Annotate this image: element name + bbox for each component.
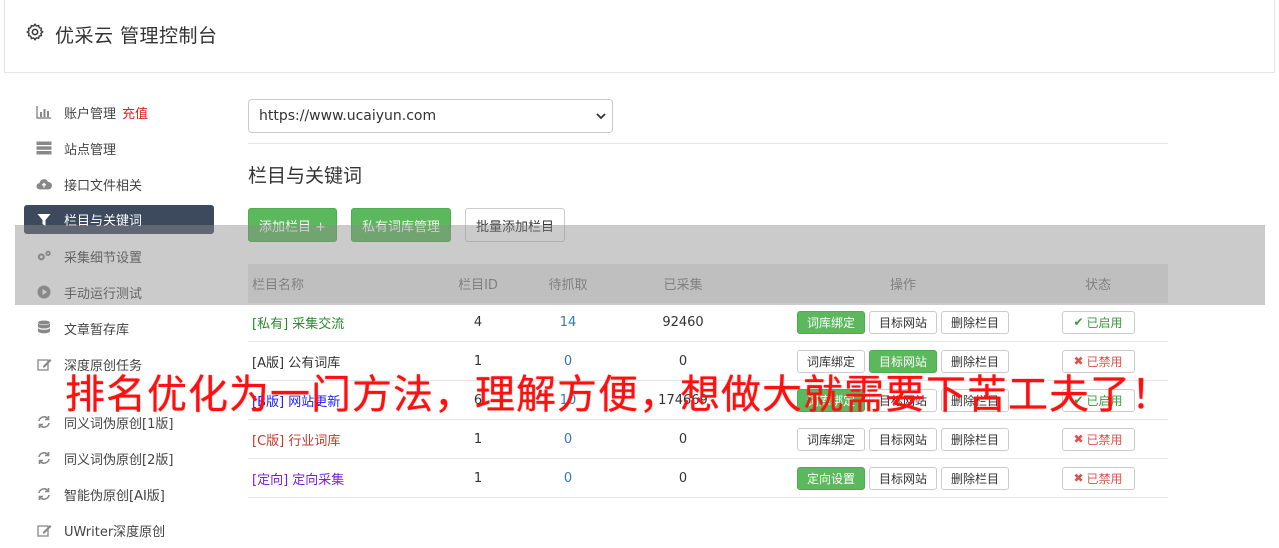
promo-banner-text: 排名优化为一门方法，理解方便，想做大就需要下苦工夫了！ — [65, 372, 1172, 418]
target-site-button[interactable]: 目标网站 — [868, 310, 937, 334]
column-prefix: [私有] — [252, 316, 289, 332]
sidebar-item-label: 接口文件相关 — [64, 178, 143, 194]
status-label: 已禁用 — [1086, 471, 1123, 486]
sidebar-item-uwriter[interactable]: UWriter深度原创 — [24, 512, 214, 548]
site-select[interactable]: https://www.ucaiyun.com — [248, 99, 613, 133]
refresh-icon — [36, 486, 52, 502]
column-name: 采集交流 — [292, 316, 345, 332]
column-name: 行业词库 — [288, 433, 341, 449]
sidebar-item-label: 站点管理 — [64, 142, 117, 158]
edit-icon — [36, 522, 52, 538]
column-name-cell[interactable]: [C版] 行业词库 — [248, 430, 438, 449]
lexicon-bind-button[interactable]: 词库绑定 — [796, 310, 865, 334]
table-row: [定向] 定向采集 1 0 0 定向设置 目标网站 删除栏目 ✖ 已禁用 — [248, 459, 1168, 498]
sidebar-item-label: 账户管理 — [64, 106, 117, 122]
chevron-down-icon — [596, 113, 606, 120]
column-name-cell[interactable]: [私有] 采集交流 — [248, 313, 438, 332]
column-prefix: [C版] — [252, 433, 285, 449]
state-cell: ✖ 已禁用 — [1028, 427, 1168, 451]
delete-column-button[interactable]: 删除栏目 — [941, 466, 1010, 490]
done-count: 0 — [678, 431, 688, 447]
status-toggle[interactable]: ✔ 已启用 — [1061, 310, 1135, 334]
target-site-button[interactable]: 目标网站 — [868, 466, 937, 490]
site-select-value: https://www.ucaiyun.com — [259, 108, 437, 124]
column-name: 定向采集 — [292, 472, 345, 488]
lexicon-bind-button[interactable]: 词库绑定 — [796, 427, 865, 451]
sidebar-item-label: 智能伪原创[AI版] — [64, 488, 165, 504]
main-content: https://www.ucaiyun.com 栏目与关键词 添加栏目 + 私有… — [248, 99, 1168, 498]
column-id: 1 — [473, 431, 483, 447]
refresh-icon — [36, 450, 52, 466]
column-prefix: [定向] — [252, 472, 289, 488]
sidebar-item-account[interactable]: 账户管理 充值 — [24, 94, 214, 130]
wait-count: 14 — [559, 314, 577, 330]
cloud-upload-icon — [36, 176, 52, 192]
refresh-icon — [36, 414, 52, 430]
check-icon: ✔ — [1073, 315, 1084, 329]
ops-cell: 词库绑定 目标网站 删除栏目 — [748, 427, 1028, 451]
app-header: 优采云 管理控制台 — [4, 0, 1275, 73]
database-icon — [36, 320, 52, 336]
edit-icon — [36, 356, 52, 372]
page-title: 优采云 管理控制台 — [55, 25, 218, 47]
sidebar: 账户管理 充值 站点管理 接口文件相关 栏目与关键词 采集细节设置 手动运行测试… — [24, 94, 214, 548]
status-toggle[interactable]: ✖ 已禁用 — [1061, 466, 1135, 490]
target-site-button[interactable]: 目标网站 — [868, 427, 937, 451]
recharge-link[interactable]: 充值 — [122, 103, 148, 122]
divider — [248, 143, 1168, 144]
status-label: 已启用 — [1086, 315, 1123, 330]
table-row: [C版] 行业词库 1 0 0 词库绑定 目标网站 删除栏目 ✖ 已禁用 — [248, 420, 1168, 459]
done-count: 0 — [678, 470, 688, 486]
sidebar-item-label: 同义词伪原创[2版] — [64, 452, 174, 468]
gray-overlay-band — [15, 225, 1265, 305]
bar-chart-icon — [36, 104, 52, 120]
sidebar-item-interface-files[interactable]: 接口文件相关 — [24, 166, 214, 202]
delete-column-button[interactable]: 删除栏目 — [941, 310, 1010, 334]
cross-icon: ✖ — [1073, 432, 1084, 446]
column-id: 4 — [473, 314, 483, 330]
sidebar-item-label: UWriter深度原创 — [64, 524, 166, 540]
done-count: 92460 — [662, 314, 704, 330]
server-icon — [36, 140, 52, 156]
sidebar-item-synonym-v2[interactable]: 同义词伪原创[2版] — [24, 440, 214, 476]
state-cell: ✔ 已启用 — [1028, 310, 1168, 334]
wait-count: 0 — [563, 431, 573, 447]
state-cell: ✖ 已禁用 — [1028, 466, 1168, 490]
column-name-cell[interactable]: [定向] 定向采集 — [248, 469, 438, 488]
gear-icon — [26, 23, 44, 41]
section-title: 栏目与关键词 — [248, 165, 363, 187]
ops-cell: 词库绑定 目标网站 删除栏目 — [748, 310, 1028, 334]
sidebar-item-smart-ai[interactable]: 智能伪原创[AI版] — [24, 476, 214, 512]
column-id: 1 — [473, 470, 483, 486]
ops-cell: 定向设置 目标网站 删除栏目 — [748, 466, 1028, 490]
status-label: 已禁用 — [1086, 432, 1123, 447]
status-toggle[interactable]: ✖ 已禁用 — [1061, 427, 1135, 451]
table-row: [私有] 采集交流 4 14 92460 词库绑定 目标网站 删除栏目 ✔ 已启… — [248, 303, 1168, 342]
cross-icon: ✖ — [1073, 471, 1084, 485]
sidebar-item-article-storage[interactable]: 文章暂存库 — [24, 310, 214, 346]
lexicon-bind-button[interactable]: 定向设置 — [796, 466, 865, 490]
sidebar-item-label: 文章暂存库 — [64, 322, 130, 338]
delete-column-button[interactable]: 删除栏目 — [941, 427, 1010, 451]
wait-count: 0 — [563, 470, 573, 486]
sidebar-item-sites[interactable]: 站点管理 — [24, 130, 214, 166]
